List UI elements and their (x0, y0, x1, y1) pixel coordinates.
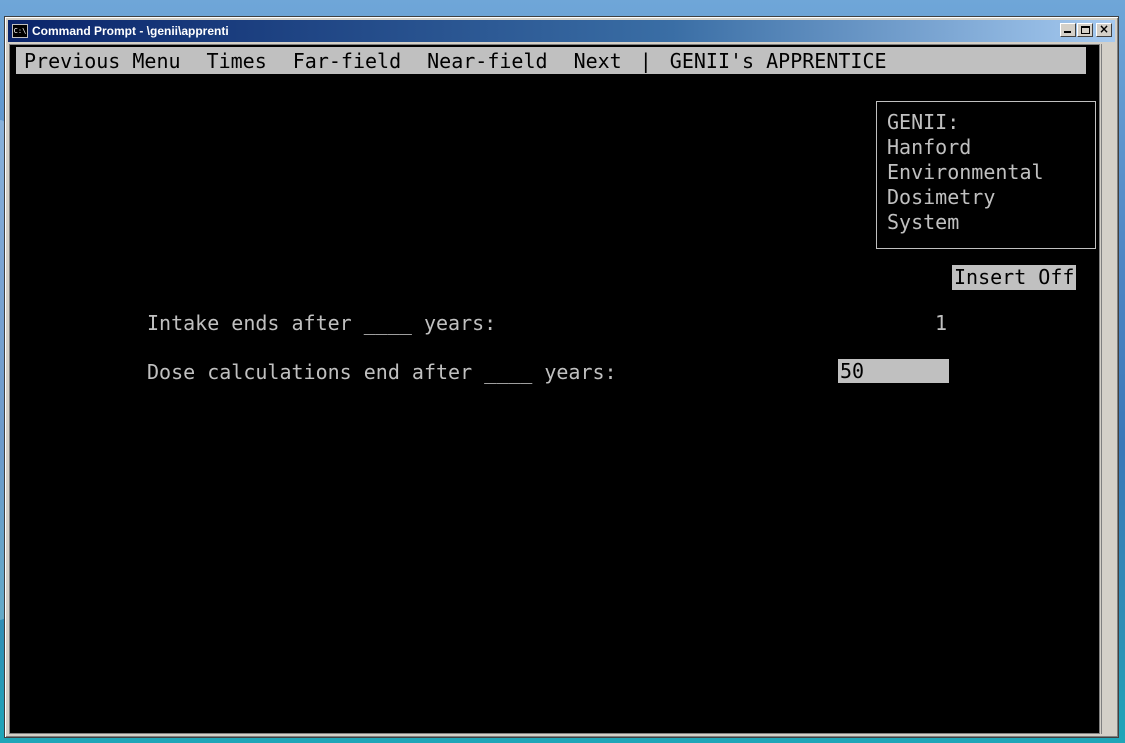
intake-ends-value[interactable]: 1 (935, 311, 947, 335)
info-line: Environmental (887, 160, 1044, 184)
minimize-icon (1064, 31, 1071, 33)
app-title: GENII's APPRENTICE (669, 48, 887, 73)
maximize-icon (1081, 26, 1090, 34)
info-line: Hanford (887, 135, 972, 159)
menu-item-far-field[interactable]: Far-field (293, 49, 401, 73)
info-line: GENII: (887, 110, 960, 134)
minimize-button[interactable] (1060, 23, 1076, 37)
menu-item-times[interactable]: Times (207, 49, 267, 73)
maximize-button[interactable] (1077, 23, 1093, 37)
menu-item-next[interactable]: Next (574, 49, 622, 73)
dose-calc-end-label: Dose calculations end after ____ years: (147, 360, 617, 384)
window-title: Command Prompt - \genii\apprenti (32, 24, 229, 38)
info-line: Dosimetry (887, 185, 996, 209)
menu-separator: | (639, 48, 652, 73)
console-icon: C:\ (12, 24, 28, 38)
console-screen[interactable]: Previous Menu Times Far-field Near-field… (9, 44, 1100, 734)
menu-item-previous-menu[interactable]: Previous Menu (24, 49, 181, 73)
window-controls: × (1059, 22, 1112, 37)
title-bar[interactable]: C:\ Command Prompt - \genii\apprenti × (8, 20, 1115, 42)
menu-bar: Previous Menu Times Far-field Near-field… (16, 47, 1086, 74)
genii-info-box: GENII: Hanford Environmental Dosimetry S… (876, 101, 1096, 249)
menu-item-near-field[interactable]: Near-field (427, 49, 547, 73)
insert-status-badge: Insert Off (952, 265, 1077, 290)
command-prompt-window: C:\ Command Prompt - \genii\apprenti × P… (4, 16, 1119, 738)
intake-ends-label: Intake ends after ____ years: (147, 311, 497, 335)
close-icon: × (1098, 22, 1110, 36)
close-button[interactable]: × (1096, 22, 1112, 37)
vertical-scrollbar[interactable] (1101, 44, 1115, 734)
info-line: System (887, 210, 960, 234)
dose-calc-end-input[interactable]: 50 (838, 359, 949, 383)
